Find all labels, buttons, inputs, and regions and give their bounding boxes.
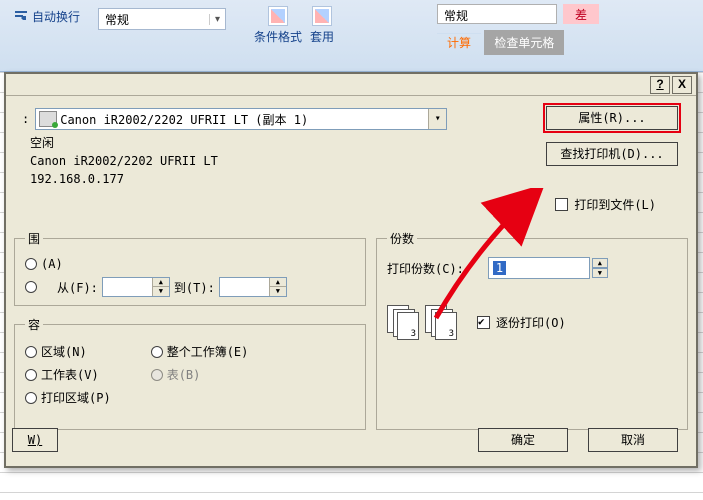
range-pages-radio[interactable]	[25, 281, 37, 293]
printer-name-value: Canon iR2002/2202 UFRII LT (副本 1)	[60, 111, 428, 128]
print-dialog: ? X : Canon iR2002/2202 UFRII LT (副本 1) …	[4, 72, 698, 468]
collate-icon-2: 123	[425, 305, 455, 339]
printer-model: Canon iR2002/2202 UFRII LT	[30, 152, 218, 170]
printer-select[interactable]: Canon iR2002/2202 UFRII LT (副本 1) ▾	[35, 108, 447, 130]
range-to-label: 到(T):	[174, 279, 215, 296]
cancel-button[interactable]: 取消	[588, 428, 678, 452]
range-all-label: (A)	[41, 257, 63, 271]
table-style-label: 套用	[310, 28, 334, 45]
wrap-text-icon	[14, 10, 28, 24]
printer-ip: 192.168.0.177	[30, 170, 218, 188]
table-style-icon	[312, 6, 332, 26]
collate-icon-1: 123	[387, 305, 417, 339]
properties-button[interactable]: 属性(R)...	[546, 106, 678, 130]
cell-style-check[interactable]: 检查单元格	[484, 30, 564, 55]
copies-count-value: 1	[493, 261, 506, 275]
print-range-group: 围 (A) 从(F): ▲▼ 到(T): ▲▼	[14, 230, 366, 306]
number-format-value: 常规	[99, 11, 209, 28]
copies-group: 份数 打印份数(C): 1 ▲▼ 123 123 逐份打印(O)	[376, 230, 688, 430]
dropdown-arrow-icon: ▾	[428, 109, 446, 129]
spinner-up-icon[interactable]: ▲	[153, 278, 169, 287]
spinner-down-icon[interactable]: ▼	[153, 287, 169, 296]
ok-button[interactable]: 确定	[478, 428, 568, 452]
range-from-label: 从(F):	[57, 279, 98, 296]
cond-format-label: 条件格式	[254, 28, 302, 45]
copies-count-input[interactable]: 1	[488, 257, 590, 279]
ribbon: 自动换行 常规 ▾ 条件格式 套用 常规 差 计算 检查单元格	[0, 0, 703, 72]
content-table-label: 表(B)	[167, 366, 201, 383]
spinner-down-icon[interactable]: ▼	[270, 287, 286, 296]
content-table-radio	[151, 369, 163, 381]
preview-button[interactable]: W)	[12, 428, 58, 452]
content-area-label: 区域(N)	[41, 343, 87, 360]
cond-format-icon	[268, 6, 288, 26]
content-workbook-radio[interactable]	[151, 346, 163, 358]
auto-wrap-label: 自动换行	[32, 8, 80, 25]
content-printareas-radio[interactable]	[25, 392, 37, 404]
range-from-input[interactable]: ▲▼	[102, 277, 170, 297]
print-to-file-checkbox[interactable]	[555, 198, 568, 211]
spinner-down-icon[interactable]: ▼	[592, 268, 608, 278]
content-workbook-label: 整个工作簿(E)	[167, 343, 249, 360]
range-to-input[interactable]: ▲▼	[219, 277, 287, 297]
print-content-legend: 容	[25, 316, 43, 333]
dialog-close-button[interactable]: X	[672, 76, 692, 94]
content-worksheets-label: 工作表(V)	[41, 366, 99, 383]
dialog-titlebar: ? X	[6, 74, 696, 96]
copies-count-label: 打印份数(C):	[387, 260, 464, 277]
cell-style-bad[interactable]: 差	[563, 4, 599, 24]
spinner-up-icon[interactable]: ▲	[592, 258, 608, 268]
print-range-legend: 围	[25, 230, 43, 247]
find-printer-button[interactable]: 查找打印机(D)...	[546, 142, 678, 166]
conditional-format-button[interactable]: 条件格式	[250, 4, 306, 47]
range-all-radio[interactable]	[25, 258, 37, 270]
calc-label: 计算	[437, 33, 481, 52]
copies-legend: 份数	[387, 230, 417, 247]
cell-style-normal[interactable]: 常规	[437, 4, 557, 24]
number-format-combo[interactable]: 常规 ▾	[98, 8, 226, 30]
dialog-help-button[interactable]: ?	[650, 76, 670, 94]
content-printareas-label: 打印区域(P)	[41, 389, 111, 406]
collate-label: 逐份打印(O)	[496, 314, 566, 331]
collate-checkbox[interactable]	[477, 316, 490, 329]
printer-info: 空闲 Canon iR2002/2202 UFRII LT 192.168.0.…	[30, 134, 218, 188]
auto-wrap-button[interactable]: 自动换行	[8, 6, 86, 27]
table-style-button[interactable]: 套用	[306, 4, 338, 47]
print-content-group: 容 区域(N) 工作表(V) 打印区域(P) 整个工作簿(E) 表(B)	[14, 316, 366, 430]
printer-icon	[39, 111, 57, 127]
printer-label: :	[22, 108, 29, 130]
spinner-up-icon[interactable]: ▲	[270, 278, 286, 287]
print-to-file-label: 打印到文件(L)	[574, 196, 656, 213]
dropdown-arrow-icon: ▾	[209, 14, 225, 25]
printer-status: 空闲	[30, 134, 218, 152]
content-area-radio[interactable]	[25, 346, 37, 358]
content-worksheets-radio[interactable]	[25, 369, 37, 381]
